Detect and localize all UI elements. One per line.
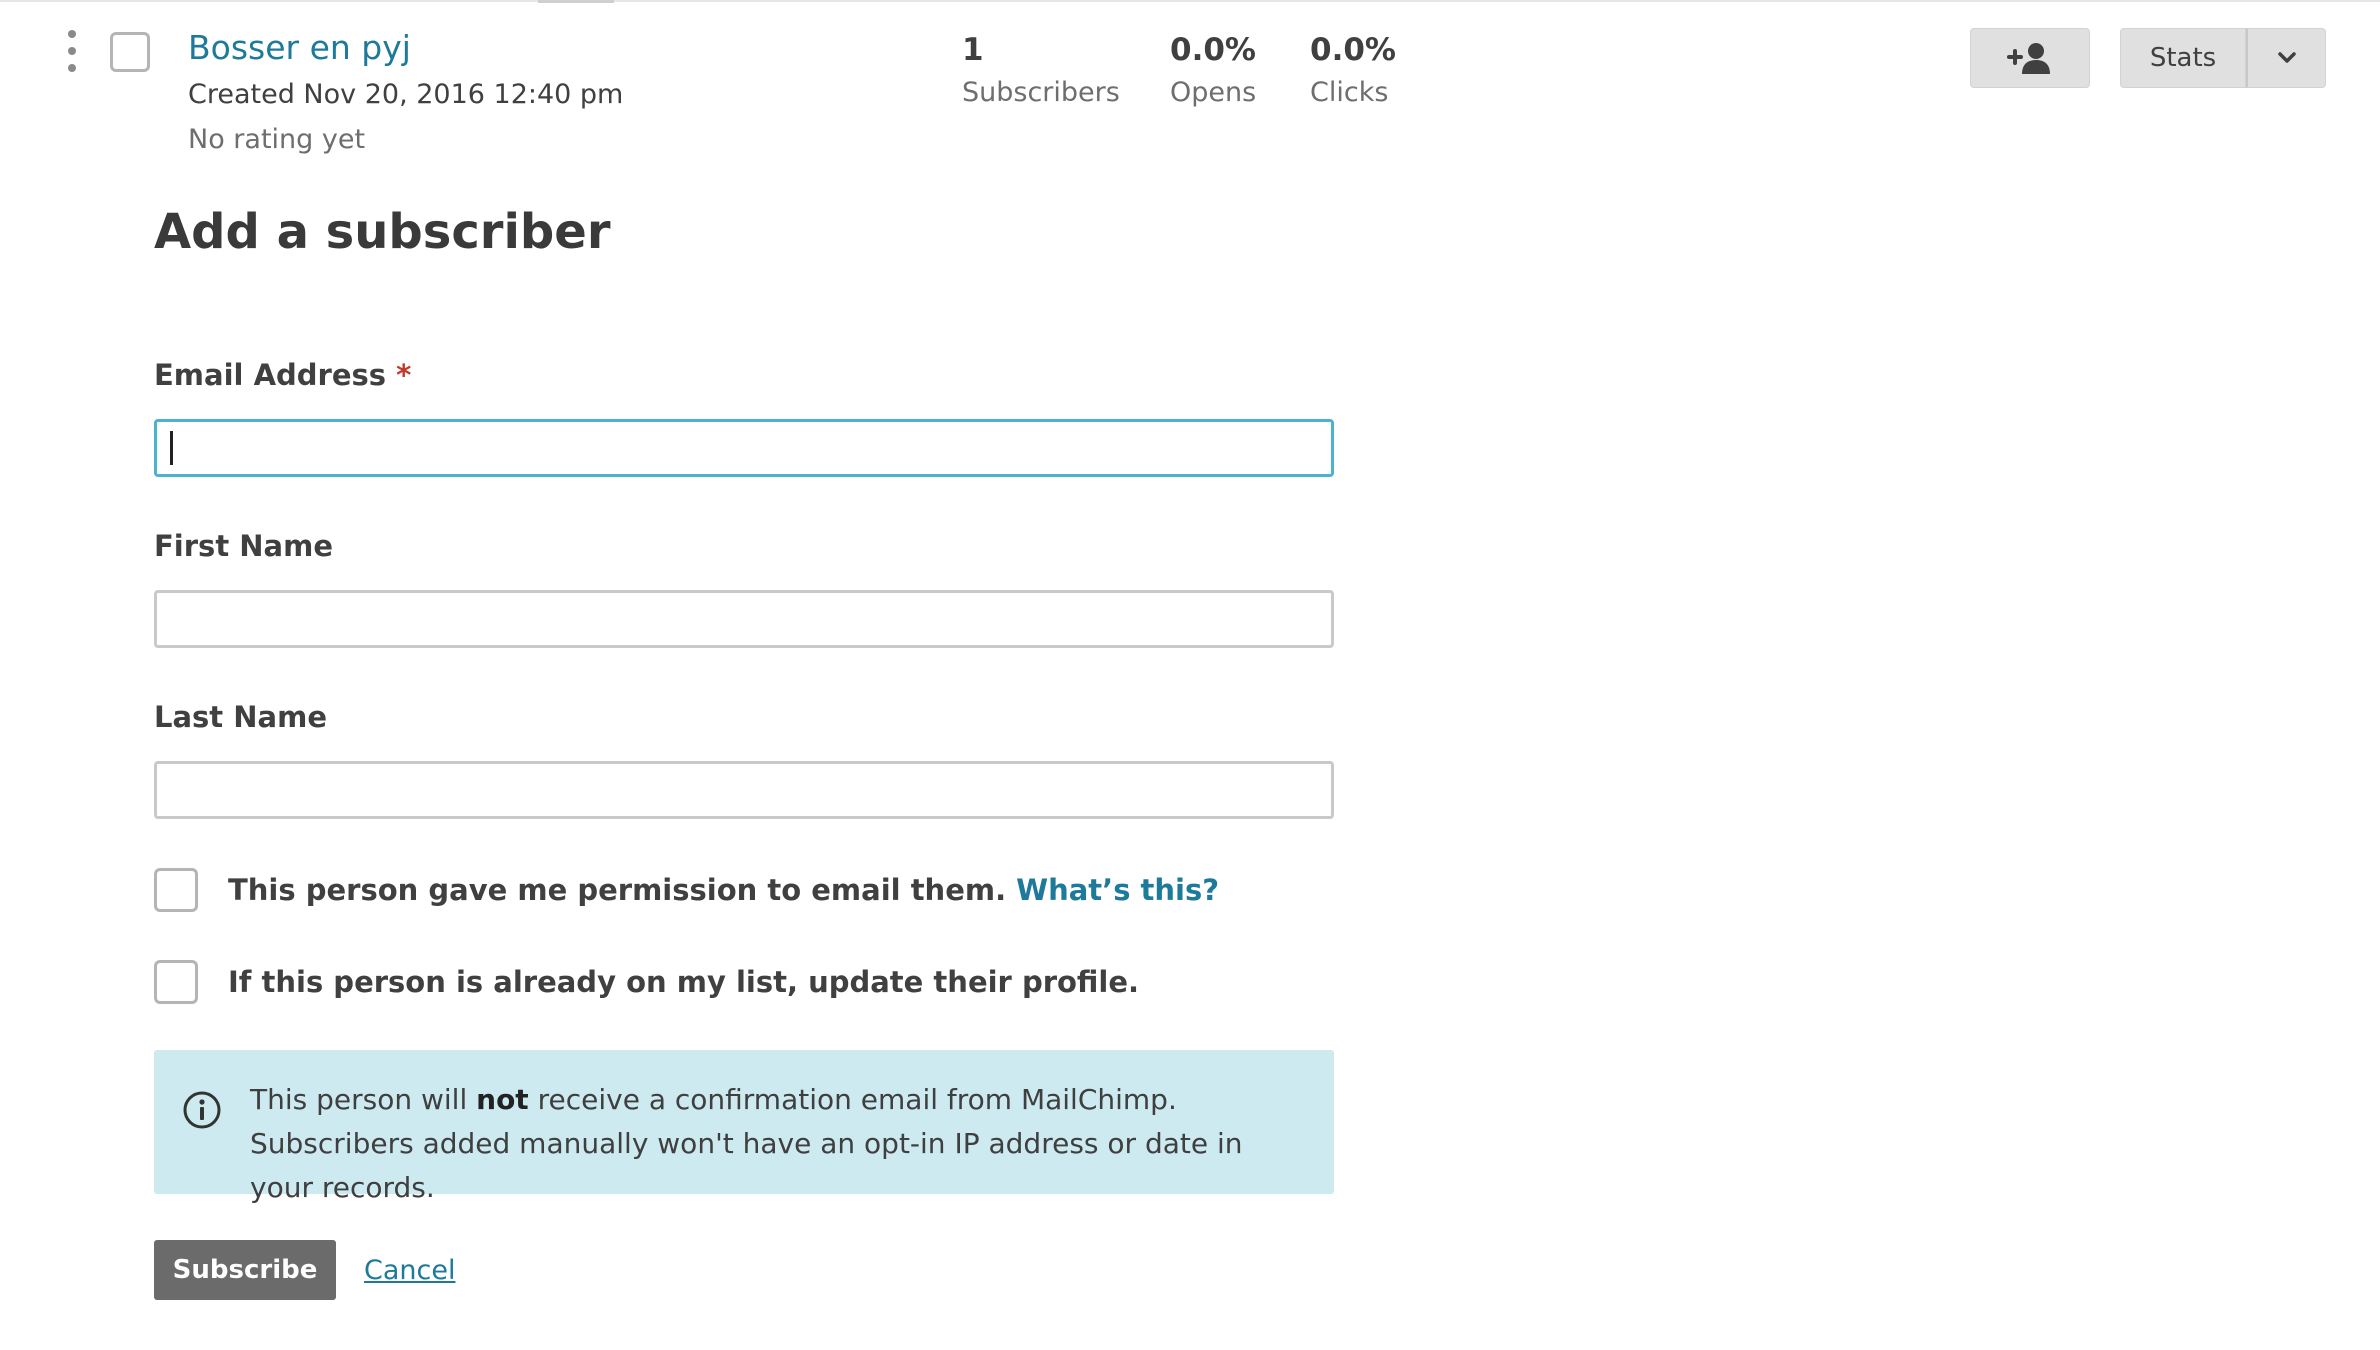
text-caret <box>170 431 173 465</box>
page-title: Add a subscriber <box>154 204 611 260</box>
notice-text-before: This person will <box>250 1083 477 1116</box>
last-name-field[interactable] <box>154 761 1334 819</box>
subscribe-button[interactable]: Subscribe <box>154 1240 336 1300</box>
stat-clicks-value: 0.0% <box>1310 32 1396 68</box>
info-icon <box>183 1091 221 1129</box>
info-notice: This person will not receive a confirmat… <box>154 1050 1334 1204</box>
stat-subscribers: 1 Subscribers <box>962 28 1120 112</box>
stats-dropdown-button[interactable] <box>2246 28 2326 88</box>
first-name-label: First Name <box>154 529 333 563</box>
list-name-link[interactable]: Bosser en pyj <box>188 26 411 70</box>
list-select-checkbox[interactable] <box>110 32 150 72</box>
permission-text: This person gave me permission to email … <box>228 873 1007 907</box>
chevron-down-icon <box>2277 52 2296 63</box>
permission-row: This person gave me permission to email … <box>154 868 1219 912</box>
update-profile-text: If this person is already on my list, up… <box>228 965 1140 999</box>
stat-subscribers-value: 1 <box>962 32 984 68</box>
permission-checkbox[interactable] <box>154 868 198 912</box>
stat-opens-value: 0.0% <box>1170 32 1256 68</box>
first-name-field[interactable] <box>154 590 1334 648</box>
top-border <box>0 0 2380 2</box>
email-field[interactable] <box>154 419 1334 477</box>
list-created-date: Created Nov 20, 2016 12:40 pm <box>188 79 624 110</box>
update-profile-checkbox[interactable] <box>154 960 198 1004</box>
stat-subscribers-label: Subscribers <box>962 77 1120 108</box>
stat-clicks: 0.0% Clicks <box>1310 28 1396 112</box>
stat-opens-label: Opens <box>1170 77 1257 108</box>
stats-button[interactable]: Stats <box>2120 28 2246 88</box>
stat-opens: 0.0% Opens <box>1170 28 1256 112</box>
more-options-icon[interactable] <box>62 30 82 72</box>
add-subscriber-button[interactable] <box>1970 28 2090 88</box>
list-rating: No rating yet <box>188 124 366 155</box>
stat-clicks-label: Clicks <box>1310 77 1389 108</box>
required-marker: * <box>396 358 412 392</box>
add-person-icon <box>2007 43 2050 74</box>
top-tab-indicator <box>538 0 614 3</box>
whats-this-link[interactable]: What’s this? <box>1016 870 1219 910</box>
last-name-label: Last Name <box>154 700 327 734</box>
email-label-text: Email Address <box>154 358 387 392</box>
notice-text: This person will not receive a confirmat… <box>250 1078 1310 1210</box>
update-profile-row: If this person is already on my list, up… <box>154 960 1139 1004</box>
email-label: Email Address * <box>154 355 411 395</box>
cancel-link[interactable]: Cancel <box>364 1252 455 1290</box>
notice-text-bold: not <box>476 1083 529 1116</box>
